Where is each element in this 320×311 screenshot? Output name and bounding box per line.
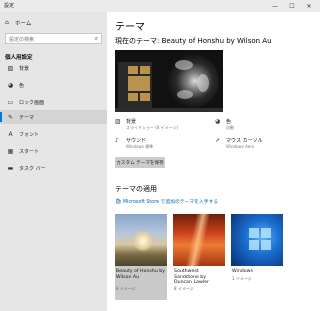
title-bar: 設定 — ☐ ✕ — [0, 0, 320, 12]
store-link-text: Microsoft Store で追加のテーマを入手する — [123, 200, 219, 205]
theme-name: Windows — [232, 269, 253, 274]
page-title: テーマ — [115, 22, 145, 33]
main-content: テーマ 現在のテーマ: Beauty of Honshu by Wilson A… — [107, 12, 320, 311]
home-icon: ⌂ — [5, 19, 9, 26]
sidebar: ⌂ ホーム 設定の検索 ⌕ 個人用設定 ▨ 背景 ◕ 色 ▭ ロック画面 ✎ テ… — [0, 12, 107, 311]
search-icon: ⌕ — [94, 35, 98, 42]
theme-name: Southwest Sandstone by Duncan Lawler — [174, 269, 209, 286]
home-label: ホーム — [15, 20, 32, 27]
close-button[interactable]: ✕ — [302, 0, 316, 12]
font-icon: A — [8, 130, 13, 138]
section-title: 個人用設定 — [5, 55, 33, 61]
theme-image-count: 1 イメージ — [232, 276, 252, 281]
home-nav[interactable]: ⌂ ホーム — [0, 17, 107, 28]
sidebar-item-label: スタート — [19, 148, 40, 155]
sound-setting[interactable]: ♪ サウンド Windows 標準 — [115, 137, 215, 151]
search-input[interactable]: 設定の検索 ⌕ — [5, 33, 102, 44]
preview-tile — [128, 66, 138, 74]
theme-name: Beauty of Honshu by Wilson Au — [116, 269, 166, 280]
preview-petal — [175, 60, 193, 70]
preview-tile — [128, 93, 138, 101]
cursor-setting[interactable]: ➚ マウス カーソル Windows Aero — [215, 137, 315, 151]
background-setting-name: 背景 — [126, 119, 137, 125]
background-setting[interactable]: ▨ 背景 スライドショー (8 イメージ) — [115, 118, 215, 132]
sidebar-item-lock-screen[interactable]: ▭ ロック画面 — [0, 95, 107, 109]
sidebar-item-fonts[interactable]: A フォント — [0, 127, 107, 141]
sidebar-item-color[interactable]: ◕ 色 — [0, 78, 107, 92]
store-bag-icon: 🛍 — [115, 198, 122, 205]
minimize-icon: — — [272, 2, 278, 10]
thumbnail-streak — [185, 214, 211, 266]
preview-petal — [197, 74, 209, 92]
brush-icon: ✎ — [7, 113, 14, 121]
sidebar-item-label: 背景 — [19, 65, 30, 72]
sidebar-item-taskbar[interactable]: ▬ タスク バー — [0, 161, 107, 175]
sidebar-item-themes[interactable]: ✎ テーマ — [0, 110, 107, 124]
image-icon: ▨ — [7, 64, 14, 72]
palette-icon: ◕ — [7, 81, 14, 89]
sound-setting-name: サウンド — [126, 138, 147, 144]
sidebar-item-label: ロック画面 — [19, 99, 45, 106]
windows-logo-icon — [249, 228, 271, 250]
lock-screen-icon: ▭ — [7, 98, 14, 106]
close-icon: ✕ — [306, 2, 312, 10]
search-placeholder: 設定の検索 — [9, 37, 35, 43]
theme-thumbnail — [173, 214, 225, 266]
sidebar-item-label: 色 — [19, 82, 25, 89]
theme-card-windows[interactable]: Windows 1 イメージ — [231, 214, 283, 300]
store-link[interactable]: 🛍 Microsoft Store で追加のテーマを入手する — [115, 198, 219, 206]
taskbar-icon: ▬ — [7, 164, 14, 172]
sound-setting-value: Windows 標準 — [126, 144, 154, 149]
preview-taskbar — [115, 108, 223, 112]
sidebar-item-background[interactable]: ▨ 背景 — [0, 61, 107, 75]
preview-tile — [128, 76, 150, 91]
image-icon: ▨ — [115, 118, 121, 125]
preview-tile — [140, 93, 150, 101]
speaker-icon: ♪ — [115, 137, 119, 144]
preview-petal — [177, 90, 193, 99]
palette-icon: ◕ — [215, 118, 221, 125]
sidebar-item-label: テーマ — [19, 114, 35, 121]
color-setting-value: 自動 — [226, 125, 234, 130]
window-title: 設定 — [4, 3, 15, 9]
apply-theme-heading: テーマの適用 — [115, 185, 157, 193]
maximize-button[interactable]: ☐ — [285, 0, 299, 12]
preview-tile — [140, 66, 150, 74]
preview-start-menu — [118, 62, 152, 108]
start-icon: ▦ — [7, 147, 14, 155]
theme-thumbnail — [115, 214, 167, 266]
minimize-button[interactable]: — — [268, 0, 282, 12]
cursor-setting-value: Windows Aero — [226, 144, 255, 149]
theme-image-count: 8 イメージ — [116, 286, 136, 291]
cursor-icon: ➚ — [215, 137, 221, 144]
cursor-setting-name: マウス カーソル — [226, 138, 263, 144]
color-setting[interactable]: ◕ 色 自動 — [215, 118, 315, 132]
current-theme-label: 現在のテーマ: Beauty of Honshu by Wilson Au — [115, 37, 272, 45]
maximize-icon: ☐ — [289, 2, 295, 10]
background-setting-value: スライドショー (8 イメージ) — [126, 125, 179, 130]
theme-preview — [115, 50, 223, 112]
color-setting-name: 色 — [226, 119, 232, 125]
save-theme-button[interactable]: カスタム テーマを保存 — [115, 157, 165, 168]
thumbnail-flower — [133, 230, 153, 252]
sidebar-item-label: タスク バー — [19, 165, 46, 172]
theme-card-honshu[interactable]: Beauty of Honshu by Wilson Au 8 イメージ — [115, 214, 167, 300]
theme-card-sandstone[interactable]: Southwest Sandstone by Duncan Lawler 8 イ… — [173, 214, 225, 300]
sidebar-item-start[interactable]: ▦ スタート — [0, 144, 107, 158]
active-indicator — [0, 112, 2, 122]
theme-image-count: 8 イメージ — [174, 286, 194, 291]
theme-thumbnail — [231, 214, 283, 266]
sidebar-item-label: フォント — [19, 131, 40, 138]
